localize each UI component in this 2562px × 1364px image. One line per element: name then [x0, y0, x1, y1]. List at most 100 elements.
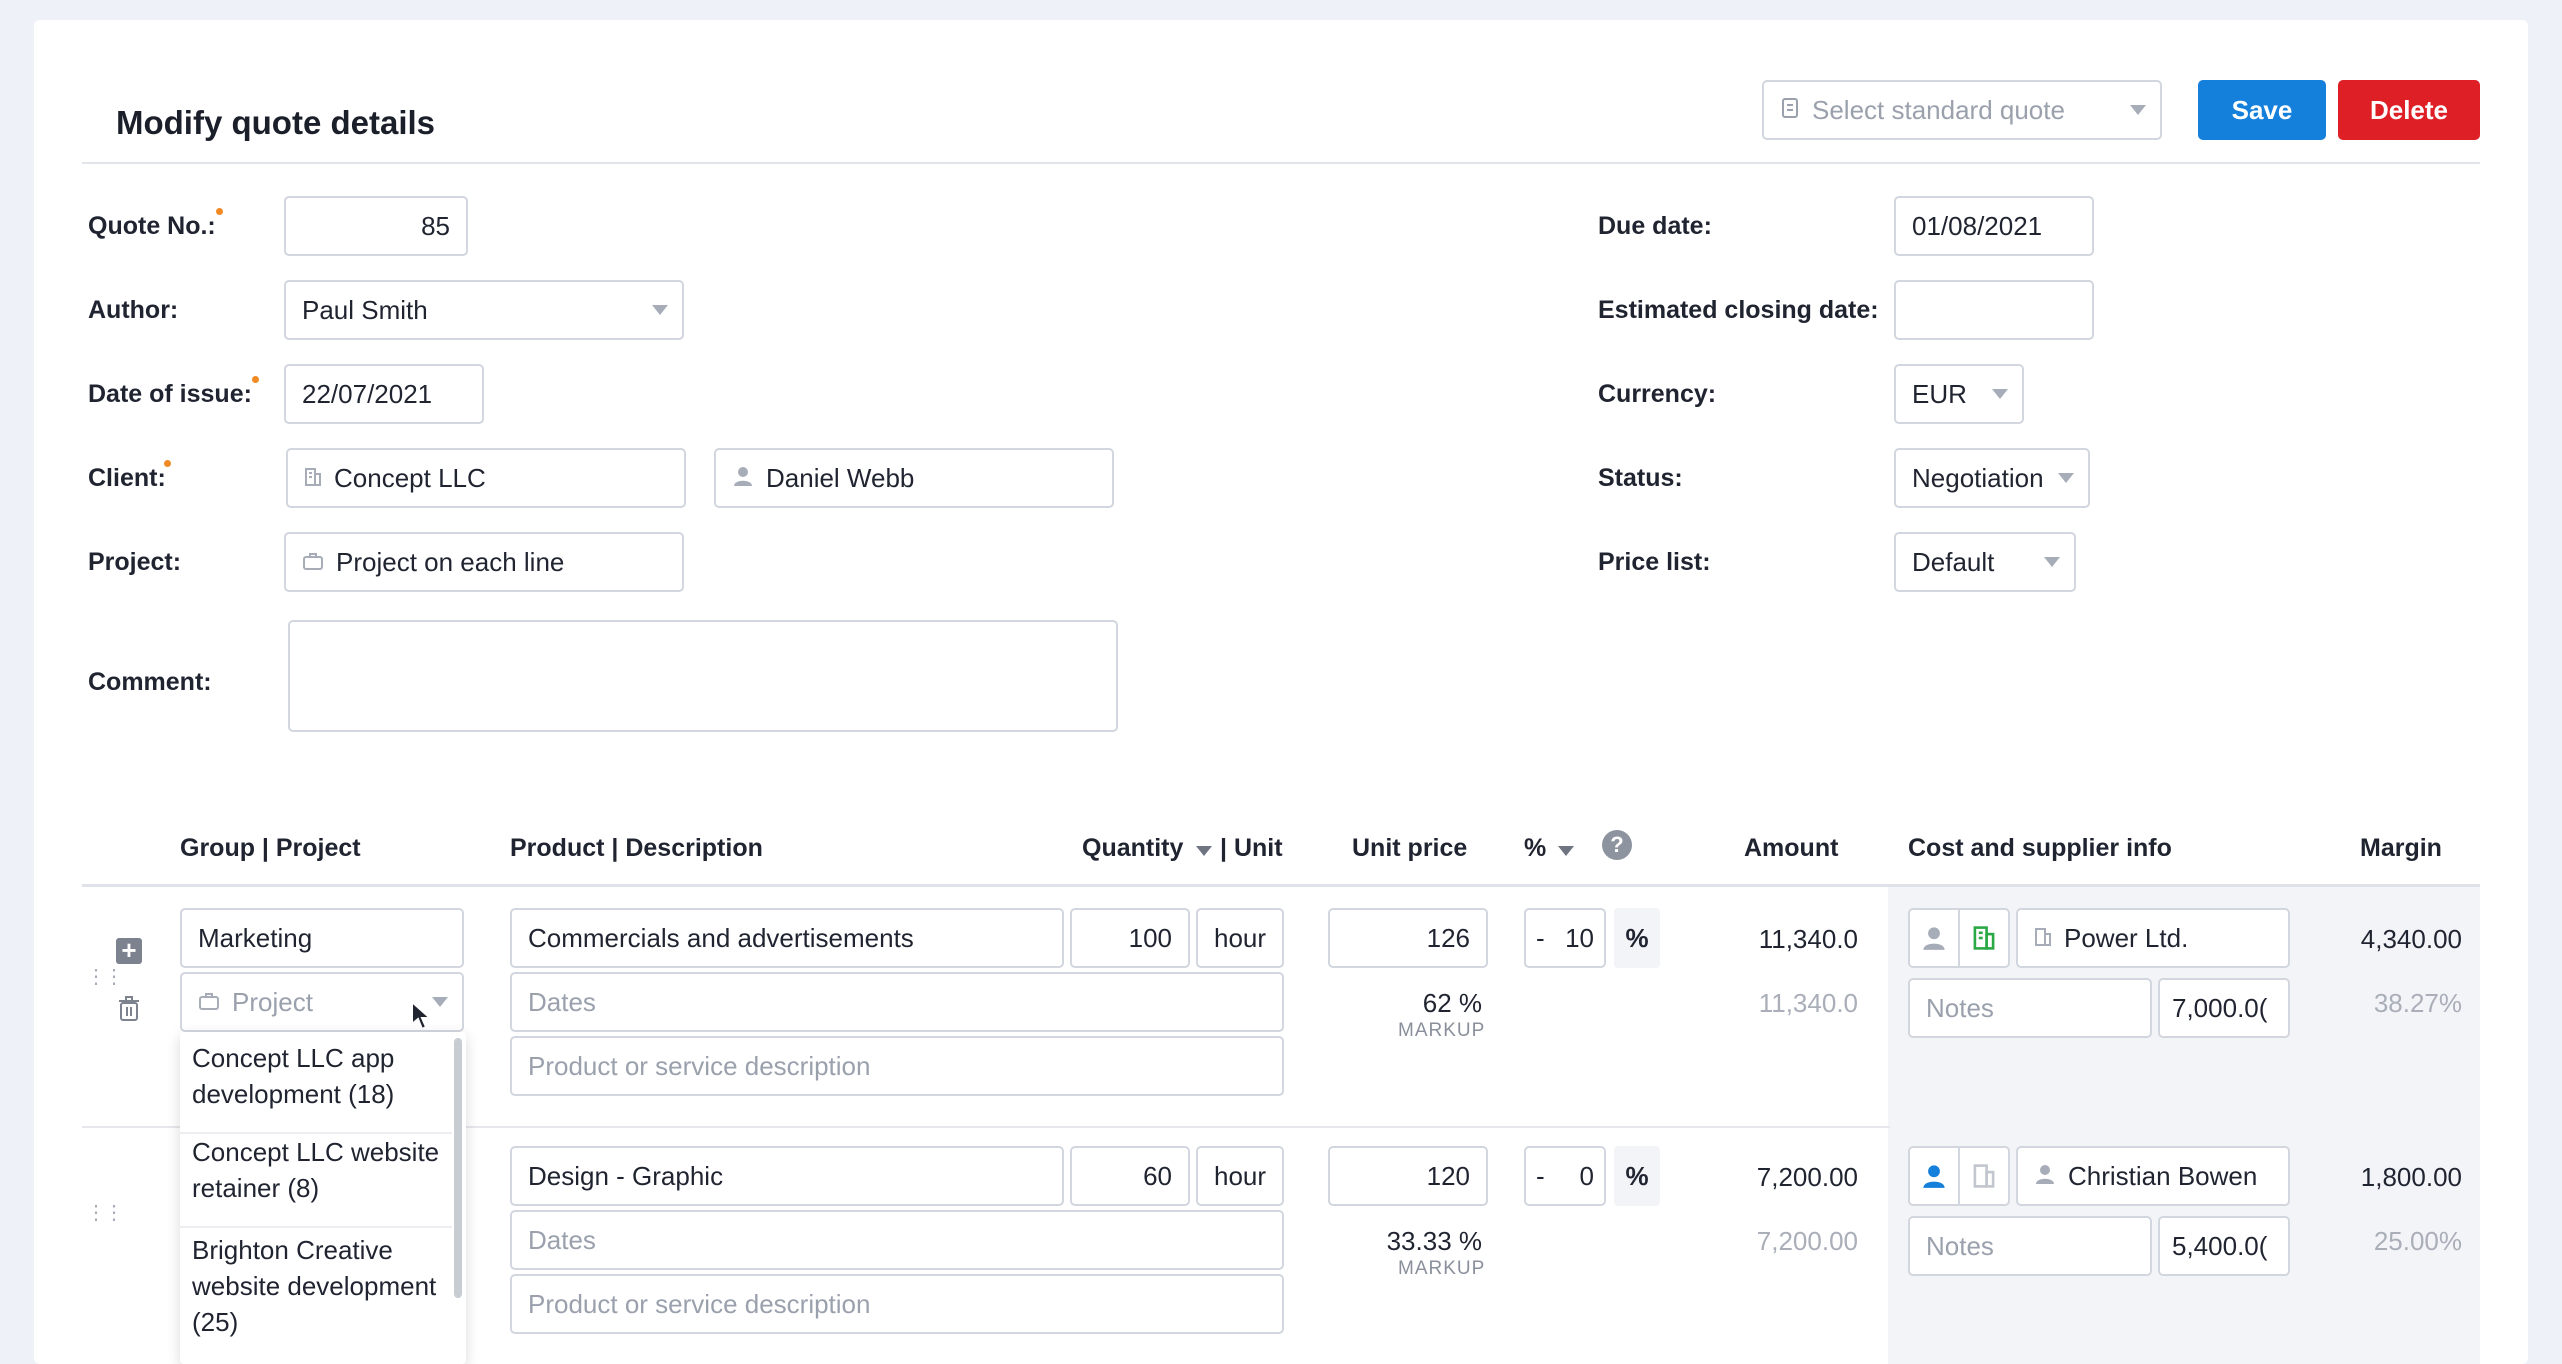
client-label: Client: [88, 464, 166, 492]
add-line-icon[interactable]: + [116, 937, 142, 964]
header-group-project: Group | Project [180, 834, 361, 862]
trash-icon[interactable] [118, 996, 140, 1027]
dropdown-option[interactable]: Concept LLC app development (18) [180, 1040, 452, 1134]
discount-input[interactable]: - 10 [1524, 908, 1606, 968]
dates-input[interactable]: Dates [510, 1210, 1284, 1270]
price-list-label: Price list: [1598, 548, 1711, 576]
supplier-value: Christian Bowen [2068, 1160, 2258, 1191]
unit-price-input[interactable]: 120 [1328, 1146, 1488, 1206]
client-company-input[interactable]: Concept LLC [286, 448, 686, 508]
unit-input[interactable]: hour [1196, 908, 1284, 968]
client-contact-value: Daniel Webb [766, 462, 915, 493]
chevron-down-icon [652, 305, 668, 315]
quote-document-icon [1780, 95, 1800, 126]
dropdown-option[interactable]: Brighton Creative website development (2… [180, 1232, 452, 1364]
discount-input[interactable]: - 0 [1524, 1146, 1606, 1206]
margin-percent: 38.27% [2373, 988, 2462, 1018]
currency-select[interactable]: EUR [1894, 364, 2024, 424]
cost-input[interactable]: 5,400.0( [2158, 1216, 2290, 1276]
quantity-input[interactable]: 60 [1070, 1146, 1190, 1206]
est-closing-input[interactable] [1894, 280, 2094, 340]
author-select[interactable]: Paul Smith [284, 280, 684, 340]
person-supplier-toggle[interactable] [1908, 1146, 1960, 1206]
markup-value: 62 % [1422, 988, 1482, 1018]
delete-button[interactable]: Delete [2338, 80, 2480, 140]
dates-input[interactable]: Dates [510, 972, 1284, 1032]
client-company-value: Concept LLC [334, 462, 486, 493]
group-input[interactable]: Marketing [180, 908, 464, 968]
margin-percent: 25.00% [2373, 1226, 2462, 1256]
due-date-label: Due date: [1598, 212, 1712, 240]
markup-label: MARKUP [1398, 1258, 1486, 1279]
description-textarea[interactable]: Product or service description [510, 1036, 1284, 1096]
save-button[interactable]: Save [2198, 80, 2326, 140]
dropdown-scrollbar[interactable] [454, 1038, 462, 1298]
header-quantity: Quantity [1082, 834, 1184, 862]
discount-unit[interactable]: % [1614, 908, 1660, 968]
notes-textarea[interactable]: Notes [1908, 1216, 2152, 1276]
date-issue-input[interactable]: 22/07/2021 [284, 364, 484, 424]
price-list-select[interactable]: Default [1894, 532, 2076, 592]
currency-label: Currency: [1598, 380, 1717, 408]
quantity-sort-icon[interactable] [1196, 846, 1212, 856]
person-supplier-toggle[interactable] [1908, 908, 1960, 968]
project-dropdown-list: Concept LLC app development (18) Concept… [180, 1032, 466, 1364]
percent-sort-icon[interactable] [1558, 846, 1574, 856]
supplier-input[interactable]: Christian Bowen [2016, 1146, 2290, 1206]
discount-unit[interactable]: % [1614, 1146, 1660, 1206]
project-input[interactable]: Project on each line [284, 532, 684, 592]
client-contact-input[interactable]: Daniel Webb [714, 448, 1114, 508]
building-icon [1973, 1164, 1995, 1188]
briefcase-icon [198, 987, 220, 1018]
supplier-input[interactable]: Power Ltd. [2016, 908, 2290, 968]
drag-handle-icon[interactable]: ⋮⋮ [86, 1200, 124, 1225]
dropdown-option[interactable]: Concept LLC website retainer (8) [180, 1134, 452, 1228]
status-select[interactable]: Negotiation [1894, 448, 2090, 508]
chevron-down-icon [1992, 389, 2008, 399]
building-icon [2034, 923, 2052, 954]
person-icon [732, 463, 754, 494]
header-unit: | Unit [1220, 834, 1283, 862]
supplier-value: Power Ltd. [2064, 922, 2189, 953]
margin-value: 4,340.00 [2360, 924, 2462, 954]
chevron-down-icon [2044, 557, 2060, 567]
author-label: Author: [88, 296, 179, 324]
company-supplier-toggle[interactable] [1958, 1146, 2010, 1206]
quote-no-input[interactable]: 85 [284, 196, 468, 256]
standard-quote-placeholder: Select standard quote [1812, 94, 2065, 125]
page-title: Modify quote details [116, 104, 436, 141]
project-value: Project on each line [336, 546, 565, 577]
person-icon [2034, 1161, 2056, 1192]
standard-quote-select[interactable]: Select standard quote [1762, 80, 2162, 140]
notes-textarea[interactable]: Notes [1908, 978, 2152, 1038]
help-icon[interactable]: ? [1602, 830, 1632, 860]
product-input[interactable]: Design - Graphic [510, 1146, 1064, 1206]
chevron-down-icon [2130, 105, 2146, 115]
currency-value: EUR [1912, 378, 1967, 409]
drag-handle-icon[interactable]: ⋮⋮ [86, 964, 124, 989]
project-label: Project: [88, 548, 182, 576]
briefcase-icon [302, 547, 324, 578]
cost-input[interactable]: 7,000.0( [2158, 978, 2290, 1038]
status-label: Status: [1598, 464, 1683, 492]
building-icon [304, 463, 322, 494]
header-amount: Amount [1744, 834, 1839, 862]
quantity-input[interactable]: 100 [1070, 908, 1190, 968]
quote-no-label: Quote No.: [88, 212, 216, 240]
unit-input[interactable]: hour [1196, 1146, 1284, 1206]
discount-sign: - [1536, 922, 1545, 953]
amount-value: 11,340.0 [1758, 924, 1858, 954]
unit-price-input[interactable]: 126 [1328, 908, 1488, 968]
comment-textarea[interactable] [288, 620, 1118, 732]
required-indicator [164, 460, 171, 467]
status-value: Negotiation [1912, 462, 2044, 493]
markup-value: 33.33 % [1386, 1226, 1482, 1256]
header-product-description: Product | Description [510, 834, 763, 862]
product-input[interactable]: Commercials and advertisements [510, 908, 1064, 968]
header-unit-price: Unit price [1352, 834, 1468, 862]
company-supplier-toggle[interactable] [1958, 908, 2010, 968]
description-textarea[interactable]: Product or service description [510, 1274, 1284, 1334]
header-cost-supplier: Cost and supplier info [1908, 834, 2172, 862]
amount-sub-value: 11,340.0 [1758, 988, 1858, 1018]
due-date-input[interactable]: 01/08/2021 [1894, 196, 2094, 256]
